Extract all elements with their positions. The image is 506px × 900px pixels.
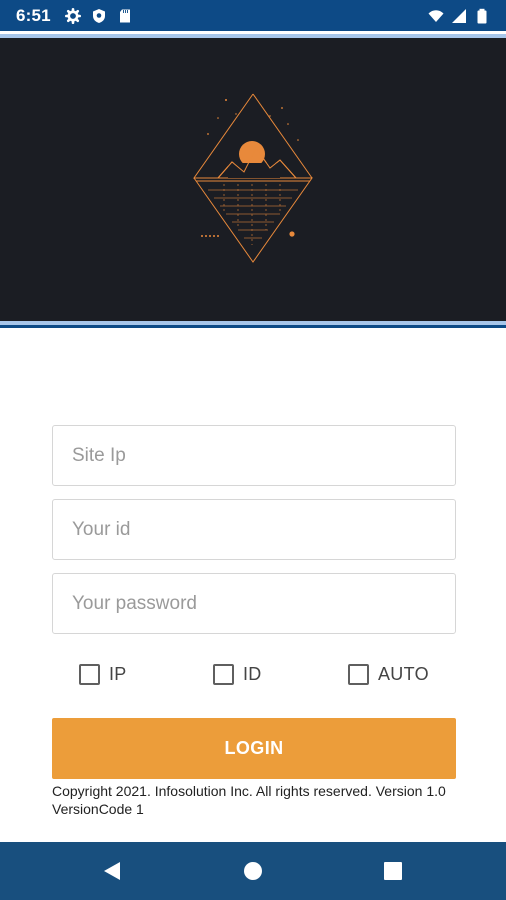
remember-ip-checkbox[interactable]: IP	[79, 664, 127, 685]
recents-icon[interactable]	[381, 859, 405, 883]
checkbox-square[interactable]	[79, 664, 100, 685]
shield-icon	[92, 8, 105, 23]
password-input[interactable]	[52, 573, 456, 634]
back-icon[interactable]	[100, 859, 124, 883]
checkbox-square[interactable]	[213, 664, 234, 685]
sd-card-icon	[119, 9, 130, 22]
site-ip-input[interactable]	[52, 425, 456, 486]
mountain-sun-diamond-logo	[193, 93, 313, 263]
auto-login-checkbox[interactable]: AUTO	[348, 664, 429, 685]
login-button[interactable]: LOGIN	[52, 718, 456, 779]
remember-id-checkbox[interactable]: ID	[213, 664, 262, 685]
status-time: 6:51	[16, 5, 51, 25]
checkbox-label: ID	[243, 664, 262, 684]
navigation-bar	[0, 842, 506, 900]
hero-banner	[0, 38, 506, 321]
checkbox-square[interactable]	[348, 664, 369, 685]
signal-icon	[452, 8, 466, 23]
bottom-divider	[0, 325, 506, 328]
home-icon[interactable]	[241, 859, 265, 883]
status-bar: 6:51	[0, 0, 506, 31]
gear-icon	[64, 7, 81, 24]
login-form	[52, 425, 456, 634]
checkbox-label: AUTO	[378, 664, 429, 684]
status-system-icons	[428, 8, 490, 24]
copyright-text: Copyright 2021. Infosolution Inc. All ri…	[52, 783, 446, 817]
user-id-input[interactable]	[52, 499, 456, 560]
wifi-icon	[428, 9, 444, 22]
checkbox-label: IP	[109, 664, 127, 684]
status-notification-icons	[64, 7, 133, 24]
remember-options: IP ID AUTO	[0, 664, 506, 688]
battery-icon	[477, 8, 487, 23]
